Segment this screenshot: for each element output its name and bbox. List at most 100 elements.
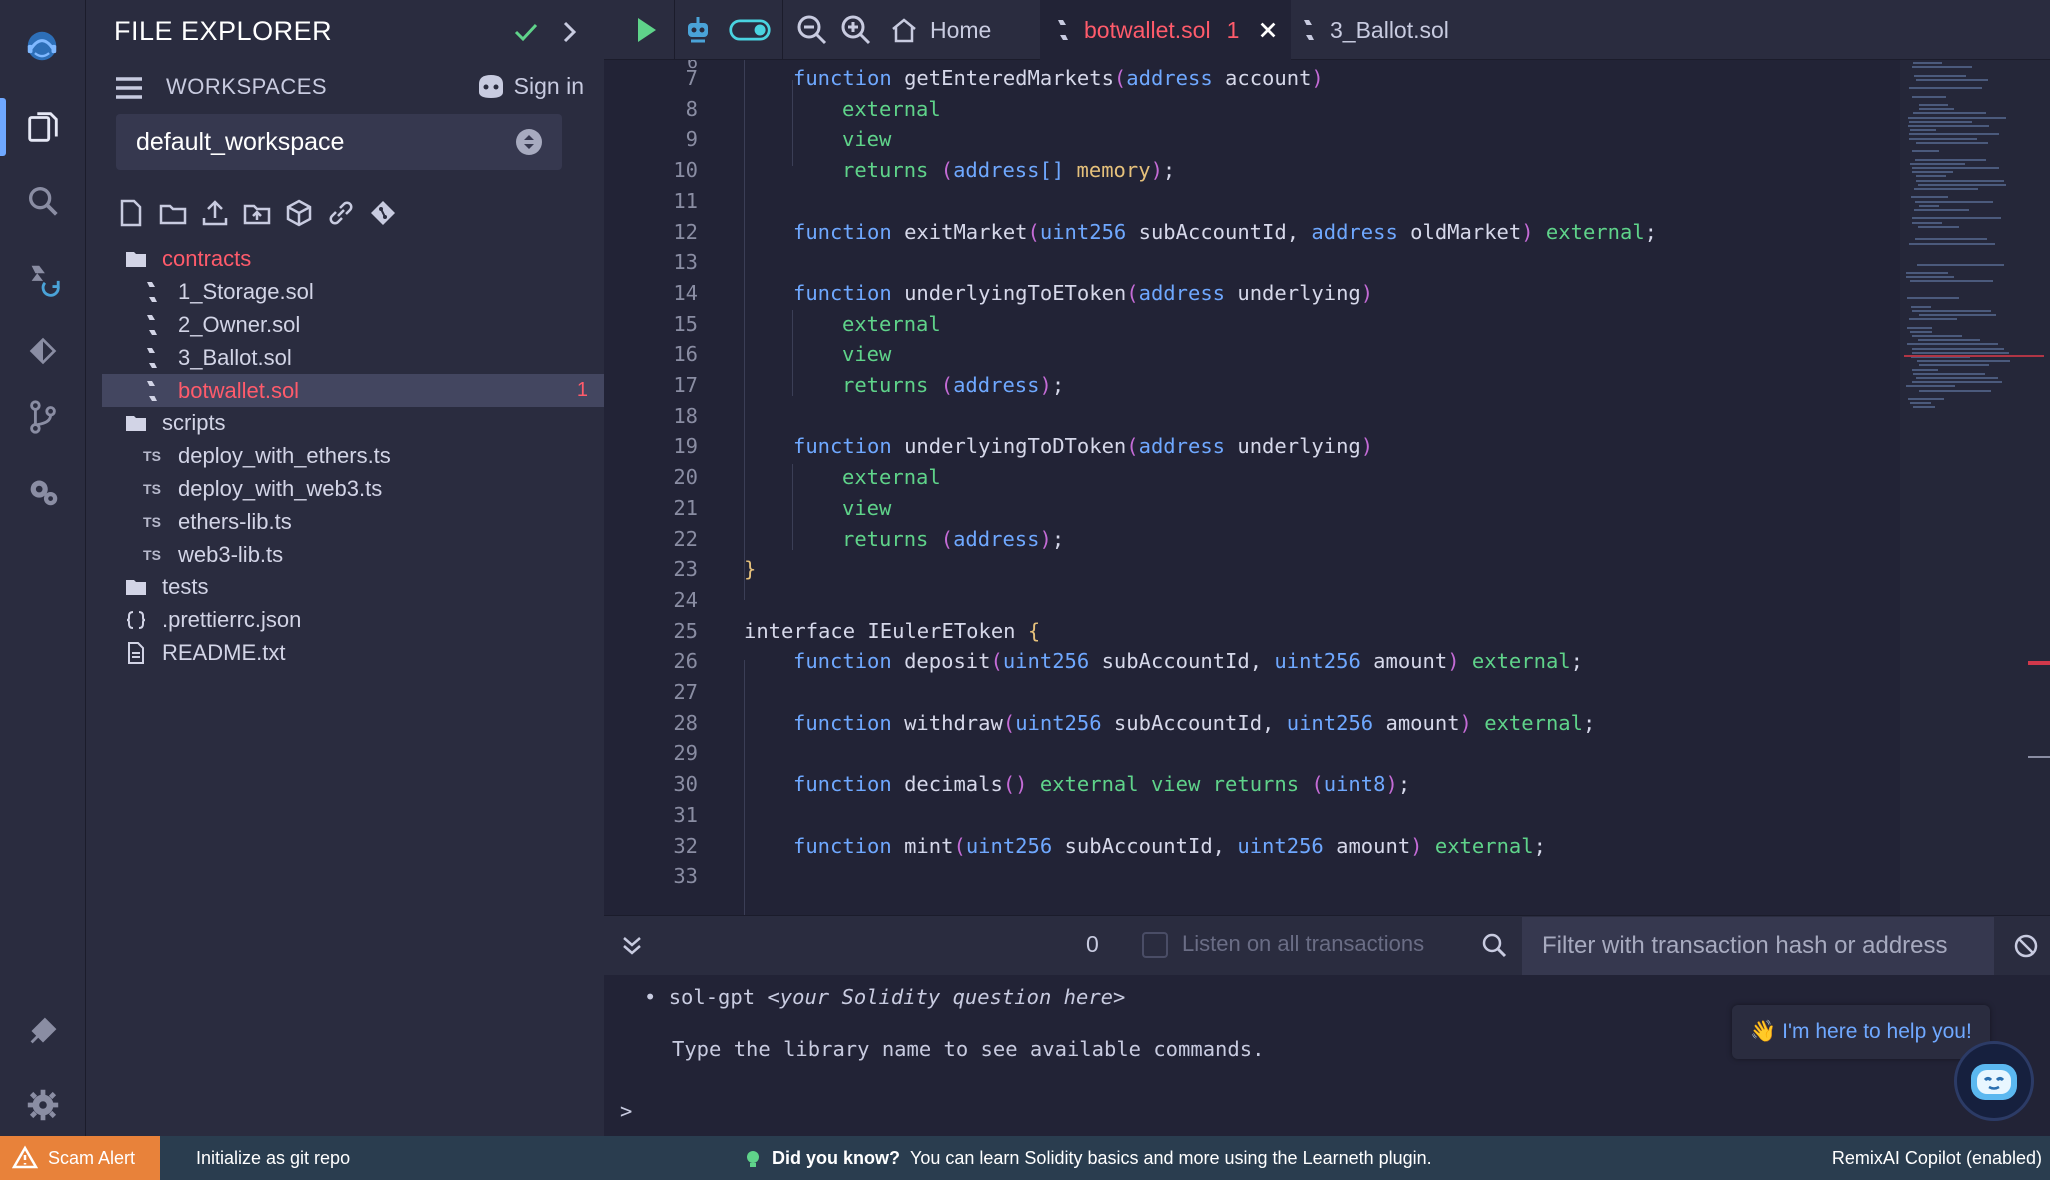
clear-terminal-icon[interactable] (2012, 932, 2040, 960)
tab-botwallet[interactable]: botwallet.sol 1 (1040, 0, 1292, 60)
tree-file[interactable]: README.txt (102, 637, 604, 670)
terminal-prompt[interactable]: > (620, 1099, 632, 1123)
checkmark-icon[interactable] (508, 14, 544, 50)
code-line: function underlyingToEToken(address unde… (793, 281, 1373, 305)
code-token: ( (1002, 710, 1016, 735)
tree-file[interactable]: 3_Ballot.sol (102, 341, 604, 374)
run-play-icon[interactable] (626, 10, 666, 50)
typescript-file-icon: TS (140, 477, 164, 501)
plugin-manager-icon[interactable] (18, 1006, 68, 1056)
scroll-position-marker (2028, 756, 2050, 758)
git-icon[interactable] (18, 392, 68, 442)
code-token: ( (990, 649, 1003, 674)
sign-in-button[interactable]: Sign in (476, 72, 584, 100)
code-token: returns (842, 158, 941, 183)
tree-item-label: 3_Ballot.sol (178, 344, 292, 370)
terminal-output[interactable]: • sol-gpt <your Solidity question here> … (604, 975, 2050, 1136)
code-token: external (842, 465, 941, 490)
minimap[interactable] (1900, 60, 2050, 915)
settings-gear-icon[interactable] (18, 1080, 68, 1130)
code-token: ; (1644, 219, 1658, 244)
plugin-settings-icon[interactable] (18, 466, 68, 516)
code-token: external (842, 96, 941, 121)
line-number: 13 (673, 250, 698, 275)
minimap-line (1909, 137, 1977, 140)
remixai-copilot-status[interactable]: RemixAI Copilot (enabled) (1832, 1148, 2042, 1169)
ts-badge: TS (143, 448, 161, 465)
code-token: amount (1323, 833, 1411, 858)
tree-file[interactable]: botwallet.sol 1 (102, 374, 604, 407)
ipfs-cube-icon[interactable] (282, 196, 316, 230)
code-token: ( (940, 526, 954, 551)
tree-file[interactable]: 1_Storage.sol (102, 276, 604, 309)
tab-home[interactable]: Home (890, 0, 991, 60)
code-editor[interactable]: 6 7 function getEnteredMarkets(address ac… (604, 60, 2050, 915)
code-token: uint256 (1286, 710, 1374, 735)
line-number: 26 (673, 649, 698, 674)
minimap-line (1907, 343, 1998, 346)
tree-file[interactable]: TS deploy_with_ethers.ts (102, 440, 604, 473)
ai-assistant-avatar[interactable] (1954, 1041, 2034, 1121)
tree-folder[interactable]: scripts (102, 407, 604, 440)
tree-folder[interactable]: contracts (102, 243, 604, 276)
new-folder-icon[interactable] (156, 196, 190, 230)
upload-folder-icon[interactable] (240, 196, 274, 230)
code-token: amount (1373, 710, 1460, 735)
tree-file[interactable]: TS ethers-lib.ts (102, 505, 604, 538)
tree-item-label: contracts (162, 246, 252, 272)
code-token: function (793, 219, 905, 244)
workspaces-label: WORKSPACES (166, 74, 328, 99)
minimap-line (1913, 406, 1935, 409)
code-token: function (793, 280, 905, 305)
scam-alert-label: Scam Alert (48, 1147, 136, 1168)
hamburger-menu-icon[interactable] (114, 74, 144, 102)
workspace-select[interactable]: default_workspace (116, 114, 562, 170)
solidity-compiler-icon[interactable] (18, 254, 68, 304)
activity-bar (0, 0, 86, 1136)
line-number: 8 (685, 96, 698, 121)
zoom-in-icon[interactable] (836, 10, 876, 50)
tx-filter-input[interactable] (1522, 917, 1994, 975)
minimap-line (1912, 221, 1942, 224)
line-number: 12 (673, 219, 698, 244)
line-number: 24 (673, 587, 698, 612)
git-clone-icon[interactable] (366, 196, 400, 230)
search-icon[interactable] (18, 176, 68, 226)
folder-icon (124, 247, 148, 271)
listen-all-checkbox[interactable] (1142, 932, 1168, 958)
upload-file-icon[interactable] (198, 196, 232, 230)
remix-logo-icon[interactable] (10, 14, 74, 78)
zoom-out-icon[interactable] (792, 10, 832, 50)
link-icon[interactable] (324, 196, 358, 230)
tree-file[interactable]: .prettierrc.json (102, 604, 604, 637)
autocompile-toggle-icon[interactable] (726, 10, 774, 50)
code-token: exitMarket (904, 219, 1028, 244)
chevron-right-icon[interactable] (552, 14, 588, 50)
editor-tabs-bar: Home botwallet.sol 1 3_Ballot.sol (604, 0, 2050, 60)
tree-file[interactable]: 2_Owner.sol (102, 309, 604, 342)
minimap-line (1915, 238, 1987, 241)
code-token: underlyingToEToken (904, 280, 1127, 305)
code-token: decimals (904, 772, 1003, 797)
line-number: 20 (673, 465, 698, 490)
tree-file[interactable]: TS deploy_with_web3.ts (102, 473, 604, 506)
tree-folder[interactable]: tests (102, 571, 604, 604)
new-file-icon[interactable] (114, 196, 148, 230)
status-bar: Scam Alert Initialize as git repo Did yo… (0, 1136, 2050, 1180)
code-line: view (842, 496, 891, 520)
minimap-line (1908, 116, 2006, 119)
ai-robot-icon[interactable] (678, 10, 718, 50)
minimap-line (1908, 125, 1989, 127)
ai-help-bubble[interactable]: 👋 I'm here to help you! (1732, 1005, 1990, 1059)
did-you-know-tip[interactable]: Did you know? You can learn Solidity bas… (744, 1148, 1432, 1169)
collapse-chevrons-icon[interactable] (618, 932, 646, 960)
scam-alert-button[interactable]: Scam Alert (0, 1136, 160, 1180)
ts-badge: TS (143, 546, 161, 563)
search-icon[interactable] (1480, 931, 1508, 959)
deploy-run-icon[interactable] (18, 326, 68, 376)
tab-ballot[interactable]: 3_Ballot.sol (1286, 0, 1461, 60)
close-icon[interactable] (1257, 18, 1279, 42)
file-explorer-icon[interactable] (18, 102, 68, 152)
tree-file[interactable]: TS web3-lib.ts (102, 538, 604, 571)
init-git-repo-link[interactable]: Initialize as git repo (196, 1148, 350, 1169)
